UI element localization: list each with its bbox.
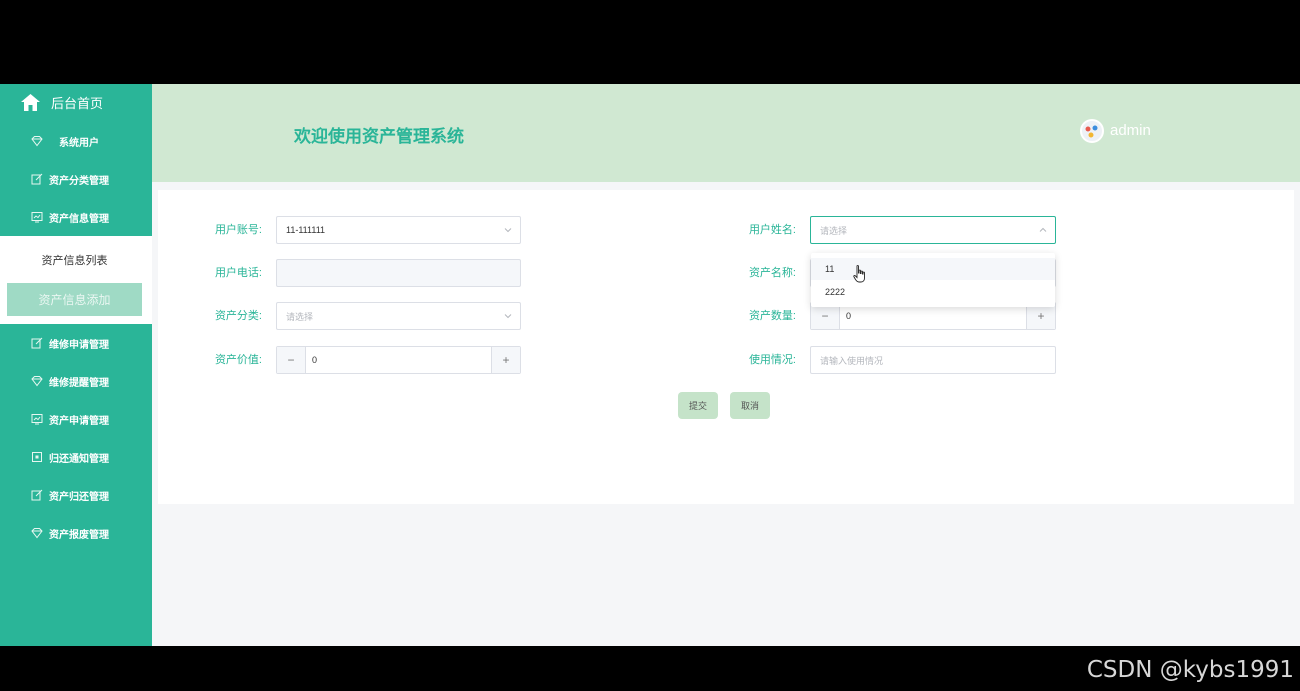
avatar[interactable] <box>1080 119 1104 143</box>
edit-icon <box>31 337 43 349</box>
quantity-label: 资产数量: <box>748 310 796 322</box>
asset-name-label: 资产名称: <box>748 267 796 279</box>
diamond-icon <box>31 527 43 539</box>
sidebar-item-label: 维修申请管理 <box>49 339 109 351</box>
account-label: 用户账号: <box>214 224 262 236</box>
chevron-down-icon <box>504 228 512 233</box>
square-icon <box>31 451 43 463</box>
account-select[interactable]: 11-111111 <box>276 216 521 244</box>
usage-input[interactable]: 请输入使用情况 <box>810 346 1056 374</box>
sidebar-item-asset-return[interactable]: 资产归还管理 <box>0 476 152 514</box>
account-value: 11-111111 <box>286 225 326 235</box>
sidebar-item-return-notice[interactable]: 归还通知管理 <box>0 438 152 476</box>
sidebar-item-system-users[interactable]: 系统用户 <box>0 122 152 160</box>
category-select[interactable]: 请选择 <box>276 302 521 330</box>
name-label: 用户姓名: <box>748 224 796 236</box>
phone-label: 用户电话: <box>214 267 262 279</box>
price-decrement-button[interactable]: − <box>277 347 306 373</box>
sidebar-item-label: 系统用户 <box>59 137 99 149</box>
sidebar-item-label: 资产信息管理 <box>49 213 109 225</box>
watermark: CSDN @kybs1991 <box>1086 657 1294 683</box>
price-value: 0 <box>312 355 318 365</box>
username[interactable]: admin <box>1110 122 1151 139</box>
price-increment-button[interactable]: + <box>491 347 520 373</box>
dropdown-option[interactable]: 11 <box>811 258 1055 280</box>
sidebar-item-repair-reminder[interactable]: 维修提醒管理 <box>0 362 152 400</box>
sidebar-item-asset-scrap[interactable]: 资产报废管理 <box>0 514 152 552</box>
usage-label: 使用情况: <box>748 354 796 366</box>
dropdown-option[interactable]: 2222 <box>811 281 1055 303</box>
price-label: 资产价值: <box>214 354 262 366</box>
sidebar: 后台首页 系统用户 资产分类管理 资产信息管理 资产信息列表 资产信息添加 维修… <box>0 84 152 646</box>
sidebar-item-label: 资产分类管理 <box>49 175 109 187</box>
edit-icon <box>31 173 43 185</box>
sidebar-item-asset-request[interactable]: 资产申请管理 <box>0 400 152 438</box>
cancel-button[interactable]: 取消 <box>730 392 770 419</box>
sidebar-home[interactable]: 后台首页 <box>0 84 152 120</box>
chevron-down-icon <box>504 314 512 319</box>
price-stepper[interactable]: − 0 + <box>276 346 521 374</box>
sidebar-item-label: 资产报废管理 <box>49 529 109 541</box>
monitor-icon <box>31 413 43 425</box>
submit-button[interactable]: 提交 <box>678 392 718 419</box>
asset-info-submenu: 资产信息列表 资产信息添加 <box>0 236 152 324</box>
category-placeholder: 请选择 <box>286 311 314 322</box>
sidebar-item-asset-category[interactable]: 资产分类管理 <box>0 160 152 198</box>
name-placeholder: 请选择 <box>820 225 848 236</box>
diamond-icon <box>31 135 43 147</box>
edit-icon <box>31 489 43 501</box>
diamond-icon <box>31 375 43 387</box>
monitor-icon <box>31 211 43 223</box>
sidebar-item-label: 归还通知管理 <box>49 453 109 465</box>
sidebar-home-label: 后台首页 <box>51 95 104 111</box>
sidebar-item-label: 维修提醒管理 <box>49 377 109 389</box>
header: 欢迎使用资产管理系统 admin <box>152 84 1300 182</box>
sidebar-item-label: 资产申请管理 <box>49 415 109 427</box>
app-window: 后台首页 系统用户 资产分类管理 资产信息管理 资产信息列表 资产信息添加 维修… <box>0 84 1300 646</box>
sidebar-item-label: 资产归还管理 <box>49 491 109 503</box>
name-select[interactable]: 请选择 <box>810 216 1056 244</box>
page-title: 欢迎使用资产管理系统 <box>294 127 464 146</box>
submenu-item-asset-list[interactable]: 资产信息列表 <box>7 243 142 276</box>
sidebar-item-asset-info[interactable]: 资产信息管理 <box>0 198 152 236</box>
home-icon <box>21 93 40 111</box>
hand-cursor-icon <box>853 265 865 283</box>
chevron-up-icon <box>1039 227 1047 232</box>
category-label: 资产分类: <box>214 310 262 322</box>
name-dropdown: 11 2222 <box>811 253 1055 307</box>
usage-placeholder: 请输入使用情况 <box>820 355 884 366</box>
submenu-item-asset-add[interactable]: 资产信息添加 <box>7 283 142 316</box>
phone-input[interactable] <box>276 259 521 287</box>
sidebar-item-repair-request[interactable]: 维修申请管理 <box>0 324 152 362</box>
